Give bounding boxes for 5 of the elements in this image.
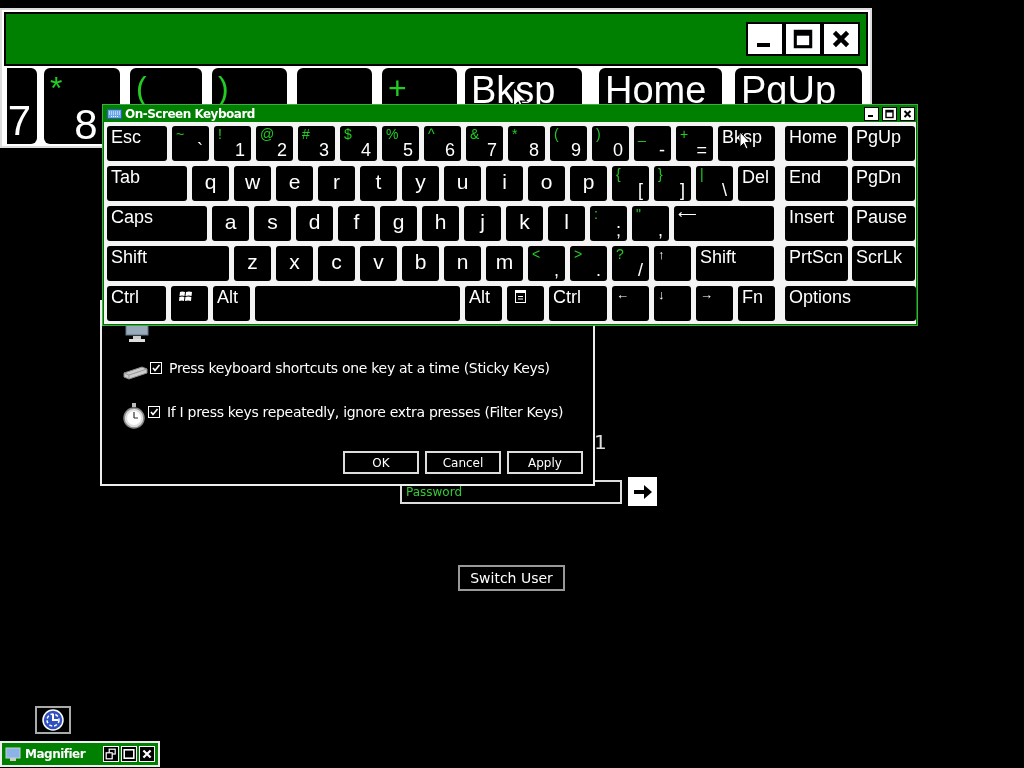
user-name: 1 bbox=[594, 430, 607, 454]
window-title: Magnifier bbox=[25, 747, 87, 761]
window-title: On-Screen Keyboard bbox=[125, 106, 256, 121]
option-label: Press keyboard shortcuts one key at a time (Sticky Keys) bbox=[169, 360, 550, 376]
option-label: If I press keys repeatedly, ignore extra presses (Filter Keys) bbox=[167, 404, 564, 420]
